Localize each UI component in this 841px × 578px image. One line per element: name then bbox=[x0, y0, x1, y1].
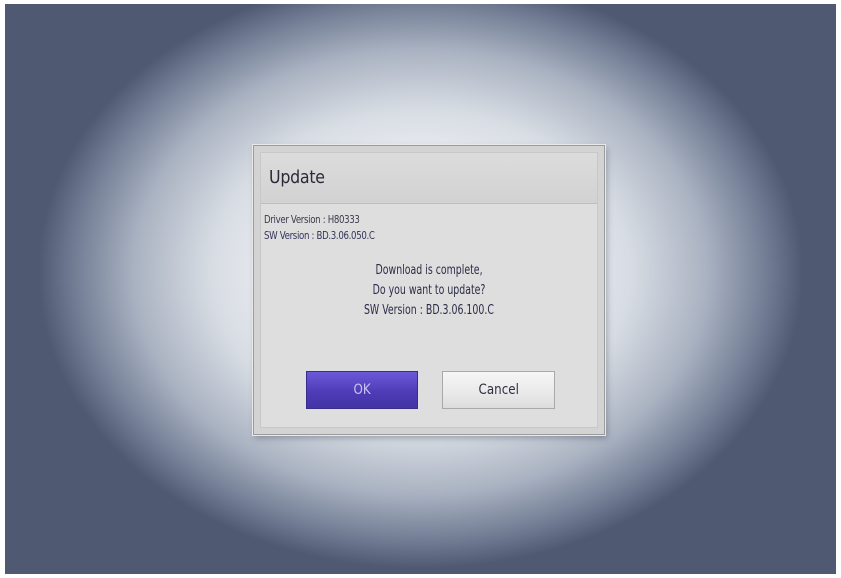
driver-version-text: Driver Version : H80333 bbox=[264, 214, 360, 226]
message-line-2: Do you want to update? bbox=[372, 283, 486, 298]
cancel-button[interactable]: Cancel bbox=[442, 371, 555, 409]
ok-button-label: OK bbox=[353, 382, 371, 398]
update-dialog: Update Driver Version : H80333 SW Versio… bbox=[253, 145, 605, 435]
tv-screen-background: Update Driver Version : H80333 SW Versio… bbox=[5, 4, 836, 574]
ok-button[interactable]: OK bbox=[306, 371, 418, 409]
dialog-titlebar: Update bbox=[261, 153, 597, 204]
dialog-title: Update bbox=[269, 167, 325, 188]
sw-version-text: SW Version : BD.3.06.050.C bbox=[264, 230, 375, 242]
dialog-panel: Update Driver Version : H80333 SW Versio… bbox=[260, 152, 598, 428]
message-line-3: SW Version : BD.3.06.100.C bbox=[364, 303, 494, 318]
cancel-button-label: Cancel bbox=[478, 382, 519, 398]
message-line-1: Download is complete, bbox=[375, 263, 483, 278]
update-message: Download is complete, Do you want to upd… bbox=[261, 261, 597, 321]
